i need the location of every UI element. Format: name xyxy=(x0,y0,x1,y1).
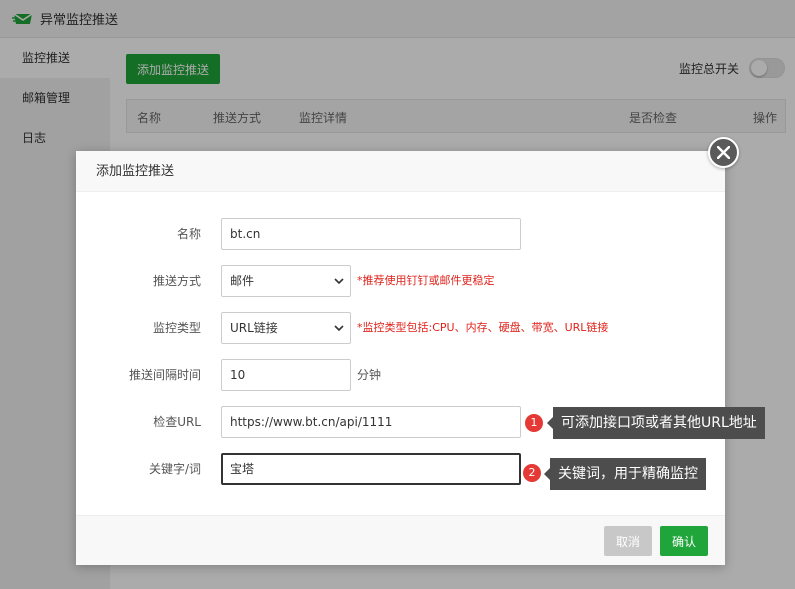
interval-label: 推送间隔时间 xyxy=(128,368,201,382)
monitor-type-label: 监控类型 xyxy=(152,321,201,335)
name-label: 名称 xyxy=(176,227,201,241)
annotation-badge-2: 2 xyxy=(523,464,541,482)
monitor-type-select[interactable]: URL链接 xyxy=(221,312,351,344)
keyword-label: 关键字/词 xyxy=(148,462,201,476)
dialog-footer: 取消 确认 xyxy=(76,515,725,565)
close-icon xyxy=(717,146,730,159)
monitor-type-row: 监控类型 URL链接 *监控类型包括:CPU、内存、硬盘、带宽、URL链接 xyxy=(76,312,725,344)
annotation-text-1: 可添加接口项或者其他URL地址 xyxy=(561,415,757,431)
annotation-badge-1: 1 xyxy=(525,414,543,432)
annotation-tooltip-2: 关键词，用于精确监控 xyxy=(544,458,706,490)
push-method-label: 推送方式 xyxy=(152,274,201,288)
push-method-hint: *推荐使用钉钉或邮件更稳定 xyxy=(357,274,495,287)
monitor-type-selected: URL链接 xyxy=(230,321,278,335)
name-row: 名称 bt.cn xyxy=(76,218,725,250)
tooltip-arrow xyxy=(547,417,553,429)
tooltip-arrow xyxy=(544,468,550,480)
add-monitor-push-dialog: 添加监控推送 名称 bt.cn 推送方式 邮件 *推荐使用钉钉或邮件更稳定 监控… xyxy=(76,151,725,565)
chevron-down-icon xyxy=(334,325,344,332)
push-method-row: 推送方式 邮件 *推荐使用钉钉或邮件更稳定 xyxy=(76,265,725,297)
check-url-label: 检查URL xyxy=(153,415,201,429)
check-url-input[interactable]: https://www.bt.cn/api/1111 xyxy=(221,406,521,438)
dialog-title: 添加监控推送 xyxy=(76,151,725,192)
name-input[interactable]: bt.cn xyxy=(221,218,521,250)
annotation-text-2: 关键词，用于精确监控 xyxy=(558,466,698,482)
push-method-selected: 邮件 xyxy=(230,274,255,288)
close-dialog-button[interactable] xyxy=(708,137,739,168)
keyword-input[interactable]: 宝塔 xyxy=(221,453,521,485)
push-method-select[interactable]: 邮件 xyxy=(221,265,351,297)
monitor-type-hint: *监控类型包括:CPU、内存、硬盘、带宽、URL链接 xyxy=(357,321,609,334)
interval-row: 推送间隔时间 10 分钟 xyxy=(76,359,725,391)
chevron-down-icon xyxy=(334,278,344,285)
interval-input[interactable]: 10 xyxy=(221,359,351,391)
confirm-button[interactable]: 确认 xyxy=(660,526,708,556)
interval-unit: 分钟 xyxy=(357,368,382,382)
annotation-tooltip-1: 可添加接口项或者其他URL地址 xyxy=(547,407,765,439)
cancel-button[interactable]: 取消 xyxy=(604,526,652,556)
